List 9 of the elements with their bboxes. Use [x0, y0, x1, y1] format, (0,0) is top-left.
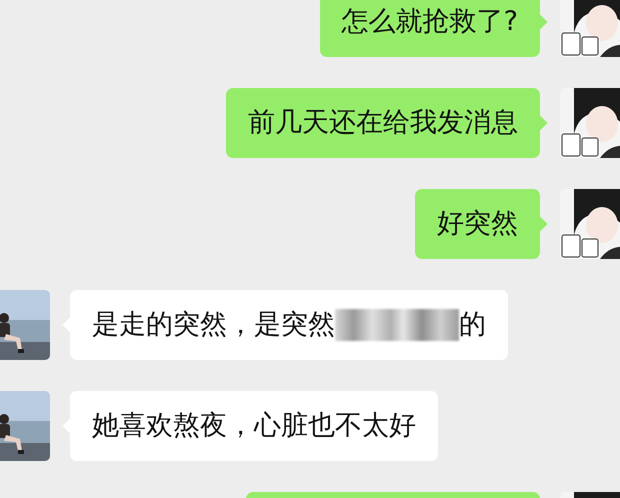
avatar[interactable]: [560, 0, 620, 57]
avatar[interactable]: [560, 88, 620, 158]
avatar[interactable]: [560, 189, 620, 259]
message-text: 好突然: [437, 206, 518, 241]
message-text: 是走的突然，是突然: [92, 308, 335, 342]
message-text: 前几天还在给我发消息: [248, 106, 518, 140]
message-text: 的: [459, 308, 486, 342]
message-text: 怎么就抢救了?: [342, 4, 518, 39]
message-text: 她喜欢熬夜，心脏也不太好: [92, 408, 416, 443]
